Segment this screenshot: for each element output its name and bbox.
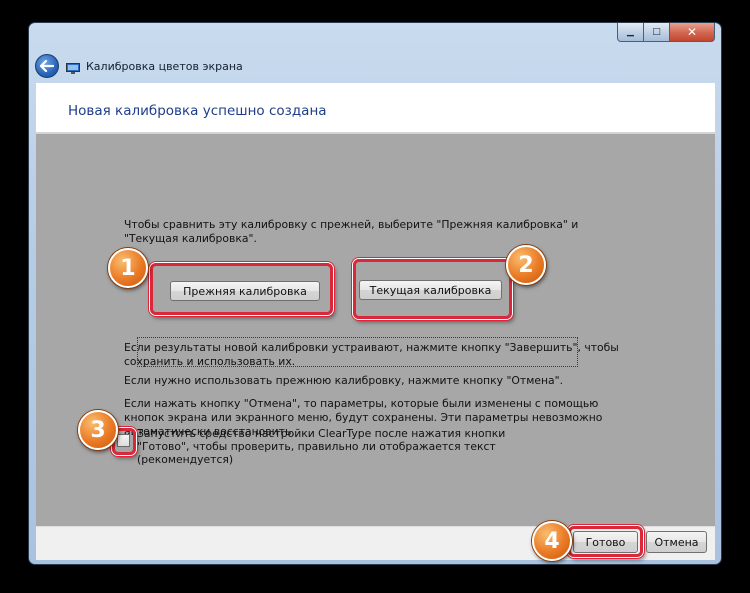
- header-panel: Новая калибровка успешно создана: [36, 83, 715, 133]
- monitor-icon: [66, 60, 80, 74]
- cleartype-checkbox[interactable]: [117, 434, 130, 447]
- step-badge-2: 2: [506, 245, 546, 285]
- previous-calibration-button[interactable]: Прежняя калибровка: [170, 281, 320, 301]
- back-arrow-icon: [40, 60, 54, 72]
- close-button[interactable]: ✕: [670, 23, 715, 42]
- intro-text: Чтобы сравнить эту калибровку с прежней,…: [124, 218, 579, 245]
- maximize-button[interactable]: □: [644, 23, 670, 42]
- cancel-button[interactable]: Отмена: [646, 531, 707, 553]
- minimize-button[interactable]: ▁: [617, 23, 644, 42]
- caption-buttons: ▁ □ ✕: [617, 23, 715, 42]
- calibration-window: ▁ □ ✕ Калибровка цветов экрана Новая кал…: [28, 22, 722, 565]
- cleartype-label: Запустить средство настройки ClearType п…: [137, 427, 506, 466]
- cancel-text: Если нужно использовать прежнюю калибров…: [124, 374, 564, 387]
- step-badge-4: 4: [532, 521, 572, 561]
- cleartype-option-focus: [137, 337, 578, 367]
- back-button[interactable]: [35, 54, 59, 78]
- current-calibration-button[interactable]: Текущая калибровка: [359, 280, 502, 300]
- content-area: Чтобы сравнить эту калибровку с прежней,…: [36, 134, 715, 526]
- step-badge-3: 3: [78, 410, 118, 450]
- window-title: Калибровка цветов экрана: [86, 60, 243, 73]
- done-button[interactable]: Готово: [573, 531, 638, 553]
- step-badge-1: 1: [108, 248, 148, 288]
- page-heading: Новая калибровка успешно создана: [68, 103, 327, 119]
